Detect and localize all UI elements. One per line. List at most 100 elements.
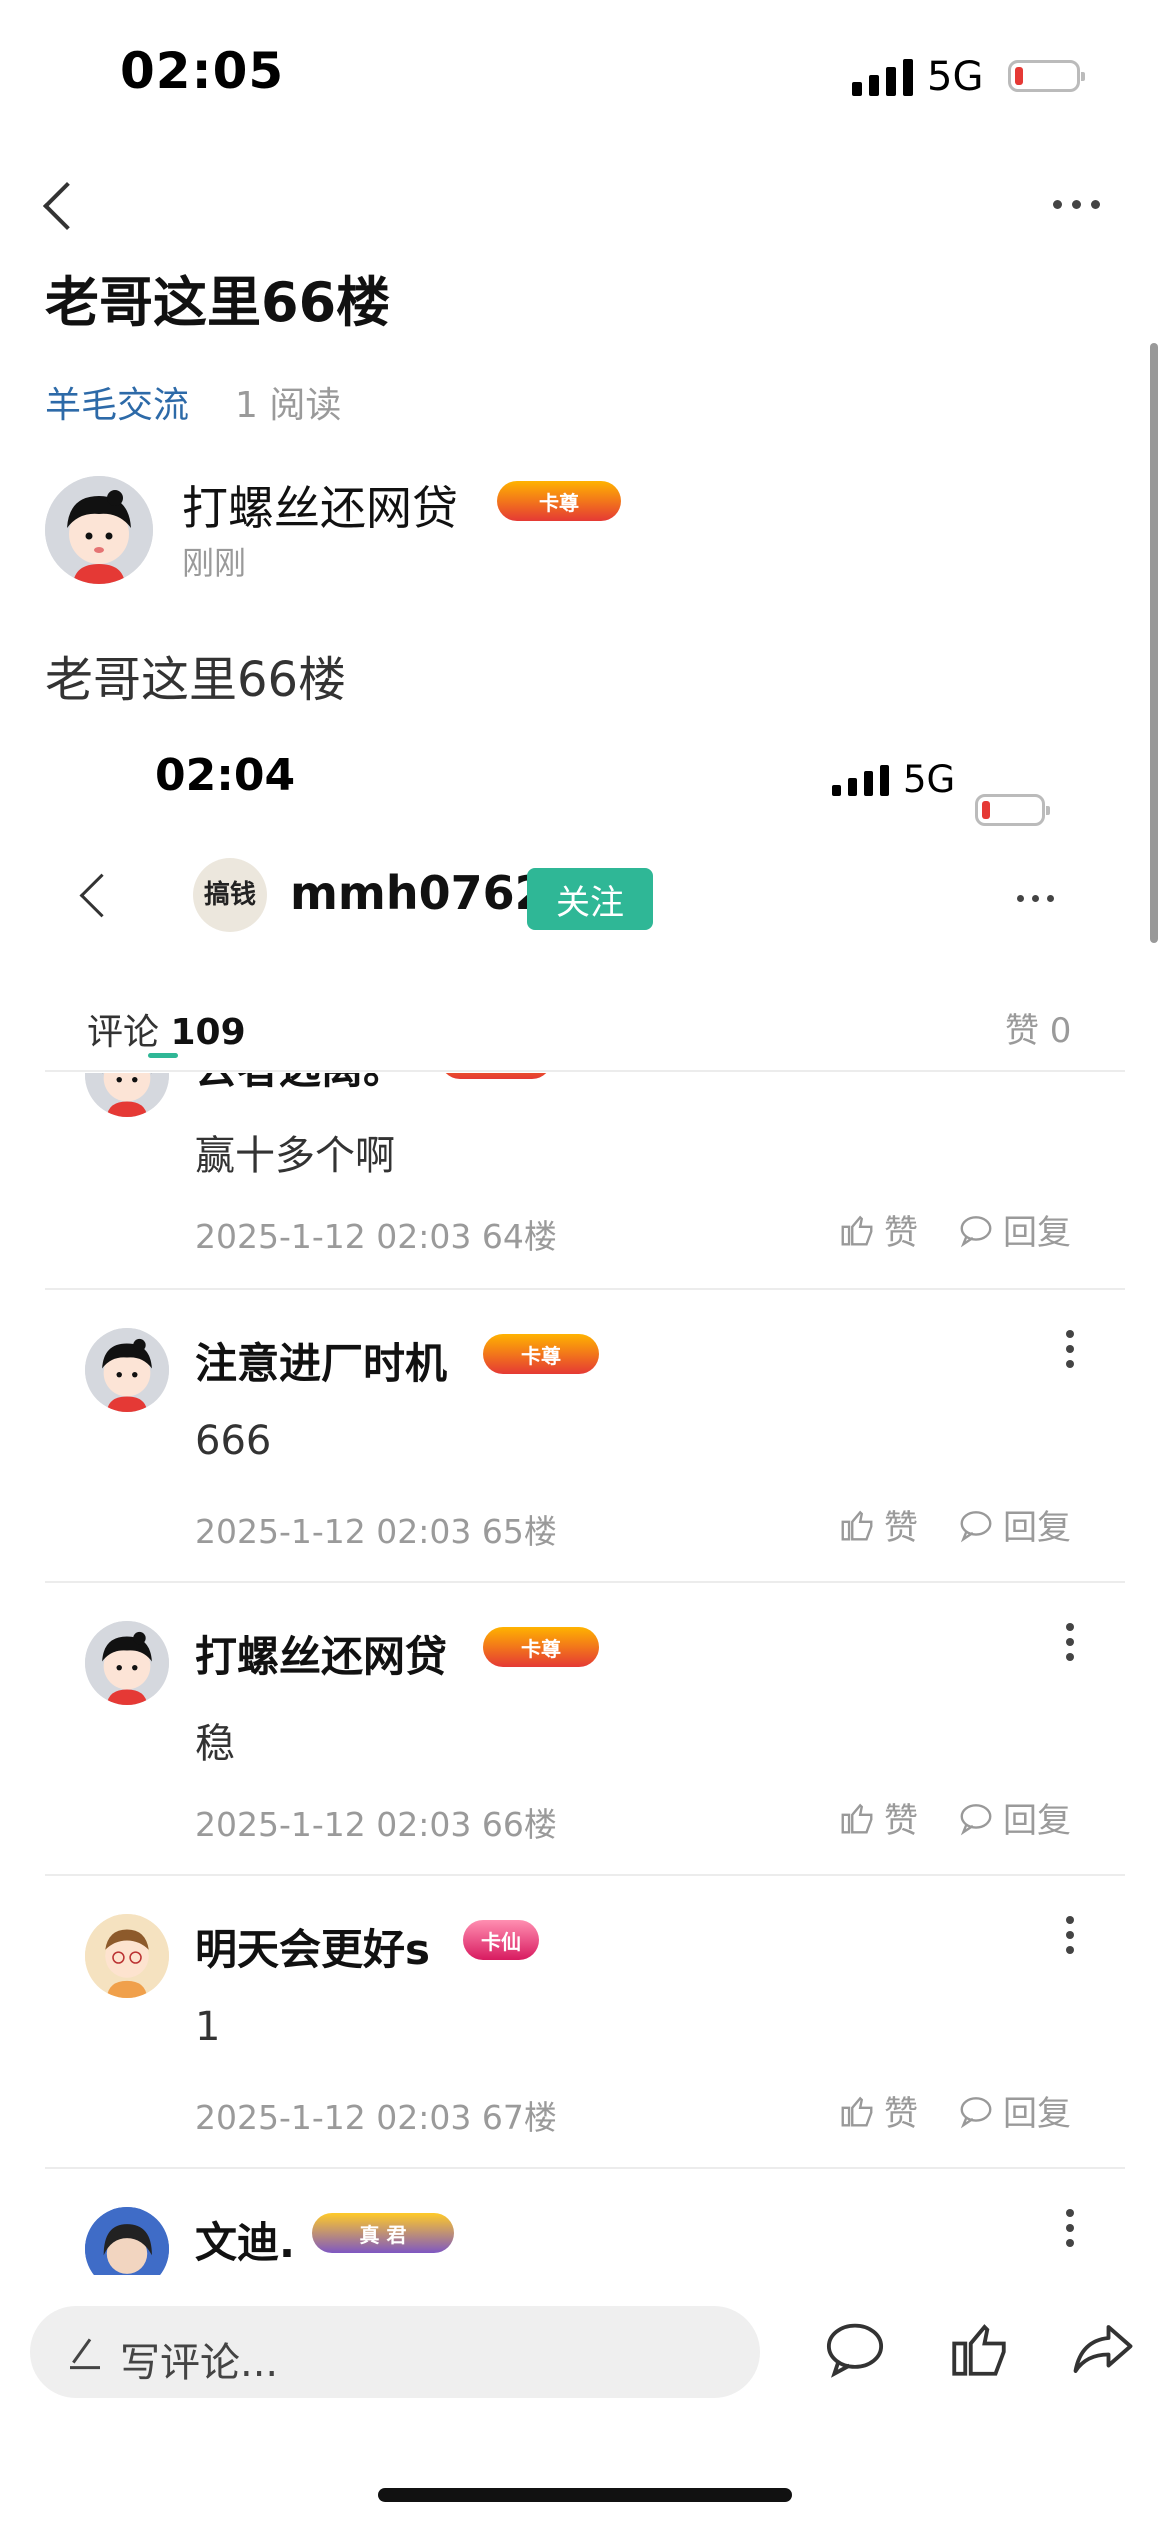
comment-avatar [85, 1073, 169, 1117]
share-arrow-icon[interactable] [1068, 2316, 1138, 2382]
comment-meta: 2025-1-12 02:03 64楼 [195, 1217, 557, 1256]
comment-meta: 2025-1-12 02:03 67楼 [195, 2098, 557, 2137]
comment-text: 稳 [195, 1721, 235, 1767]
scrollbar[interactable] [1150, 343, 1158, 943]
comment-reply: 回复 [957, 1205, 1071, 1254]
tab-comments: 评论 109 [87, 1003, 246, 1055]
comment-badge: 真 君 [312, 2213, 454, 2253]
comment-reply: 回复 [957, 1500, 1071, 1549]
comment-avatar [85, 1914, 169, 1998]
embedded-status-time: 02:04 [155, 750, 296, 801]
embedded-user-avatar: 搞钱 [193, 858, 267, 932]
comment-reply: 回复 [957, 1793, 1071, 1842]
comment-username: 文迪. [195, 2218, 295, 2267]
comment-meta: 2025-1-12 02:03 66楼 [195, 1805, 557, 1844]
thumb-up-icon [841, 1215, 873, 1245]
network-label: 5G [927, 54, 984, 100]
comment-more-icon [1066, 2209, 1074, 2247]
post-title: 老哥这里66楼 [45, 271, 391, 334]
comment-input-placeholder[interactable]: 写评论... [120, 2330, 278, 2388]
post-content: 老哥这里66楼 [45, 652, 347, 708]
like-label: 赞 [884, 1213, 918, 1253]
embedded-battery-icon [975, 794, 1050, 826]
comment-badge: 卡尊 [483, 1627, 599, 1667]
comment-bubble-icon[interactable] [822, 2316, 888, 2382]
comment-like: 赞 [838, 1500, 918, 1549]
author-name[interactable]: 打螺丝还网贷 [182, 472, 458, 538]
comment-more-icon [1066, 1623, 1074, 1661]
reply-bubble-icon [960, 2096, 992, 2128]
divider [45, 1070, 1125, 1072]
like-thumb-icon[interactable] [946, 2316, 1012, 2382]
comment-badge-label: 卡尊 [521, 1343, 561, 1368]
back-button[interactable] [30, 175, 92, 235]
comment-meta: 2025-1-12 02:03 65楼 [195, 1512, 557, 1551]
category-link[interactable]: 羊毛交流 [45, 376, 189, 428]
reply-label: 回复 [1003, 2094, 1071, 2134]
embedded-back-icon [79, 873, 124, 918]
embedded-more-icon [1017, 895, 1054, 902]
comment-more-icon [1066, 1916, 1074, 1954]
like-label: 赞 [884, 2094, 918, 2134]
comment-badge: 卡仙 [463, 1920, 539, 1960]
comment-item: 去者远离。 卡尊 赢十多个啊 2025-1-12 02:03 64楼 赞 回复 [0, 1073, 1170, 1290]
follow-label: 关注 [556, 882, 624, 923]
reply-bubble-icon [960, 1510, 992, 1542]
comment-badge-label: 卡尊 [476, 1073, 516, 1074]
comment-more-icon [1066, 1330, 1074, 1368]
status-time: 02:05 [120, 42, 285, 100]
tab-active-indicator [148, 1053, 178, 1058]
comment-item: 打螺丝还网贷 卡尊 稳 2025-1-12 02:03 66楼 赞 回复 [0, 1583, 1170, 1876]
author-avatar[interactable] [45, 476, 153, 584]
tab-comments-label: 评论 [87, 1012, 160, 1053]
reply-bubble-icon [960, 1803, 992, 1835]
back-arrow-icon [42, 181, 92, 231]
comment-item: 明天会更好s 卡仙 1 2025-1-12 02:03 67楼 赞 回复 [0, 1876, 1170, 2169]
thumb-up-icon [841, 1803, 873, 1833]
author-badge-label: 卡尊 [539, 490, 579, 515]
tab-comments-count: 109 [170, 1012, 246, 1053]
comment-username: 去者远离。 [195, 1073, 405, 1096]
like-label: 赞 [884, 1801, 918, 1841]
comment-reply: 回复 [957, 2086, 1071, 2135]
comment-username: 打螺丝还网贷 [195, 1632, 448, 1681]
like-label: 赞 [884, 1508, 918, 1548]
follow-button: 关注 [527, 868, 653, 930]
comment-badge-label: 真 君 [359, 2222, 407, 2247]
comment-text: 666 [195, 1418, 272, 1464]
reply-label: 回复 [1003, 1801, 1071, 1841]
comment-username: 注意进厂时机 [195, 1339, 448, 1388]
embedded-network-label: 5G [903, 758, 956, 801]
avatar-calligraphy-text: 搞钱 [203, 880, 256, 910]
comment-like: 赞 [838, 1793, 918, 1842]
comment-badge: 卡尊 [440, 1073, 552, 1079]
more-options-button[interactable] [1053, 200, 1100, 209]
tab-likes: 赞 0 [1005, 1011, 1072, 1051]
pen-icon [70, 2338, 100, 2370]
thumb-up-icon [841, 1510, 873, 1540]
reply-bubble-icon [960, 1215, 992, 1247]
reply-label: 回复 [1003, 1508, 1071, 1548]
author-badge: 卡尊 [497, 481, 621, 521]
embedded-signal-icon [832, 764, 889, 796]
embedded-username: mmh0762 [290, 866, 547, 920]
post-time: 刚刚 [182, 544, 247, 582]
read-count: 1 阅读 [235, 385, 342, 426]
comment-badge: 卡尊 [483, 1334, 599, 1374]
comment-badge-label: 卡尊 [521, 1636, 561, 1661]
comment-text: 赢十多个啊 [195, 1133, 395, 1179]
comment-avatar [85, 2207, 169, 2275]
comment-list: 去者远离。 卡尊 赢十多个啊 2025-1-12 02:03 64楼 赞 回复 … [0, 1073, 1170, 2275]
comment-text: 1 [195, 2004, 221, 2050]
comment-avatar [85, 1621, 169, 1705]
comment-username: 明天会更好s [195, 1925, 430, 1974]
signal-icon [852, 58, 913, 96]
comment-item: 文迪. 真 君 [0, 2169, 1170, 2275]
comment-avatar [85, 1328, 169, 1412]
home-indicator[interactable] [378, 2488, 792, 2502]
battery-icon [1008, 60, 1085, 92]
comment-item: 注意进厂时机 卡尊 666 2025-1-12 02:03 65楼 赞 回复 [0, 1290, 1170, 1583]
thumb-up-icon [841, 2096, 873, 2126]
comment-like: 赞 [838, 1205, 918, 1254]
comment-badge-label: 卡仙 [481, 1929, 521, 1954]
